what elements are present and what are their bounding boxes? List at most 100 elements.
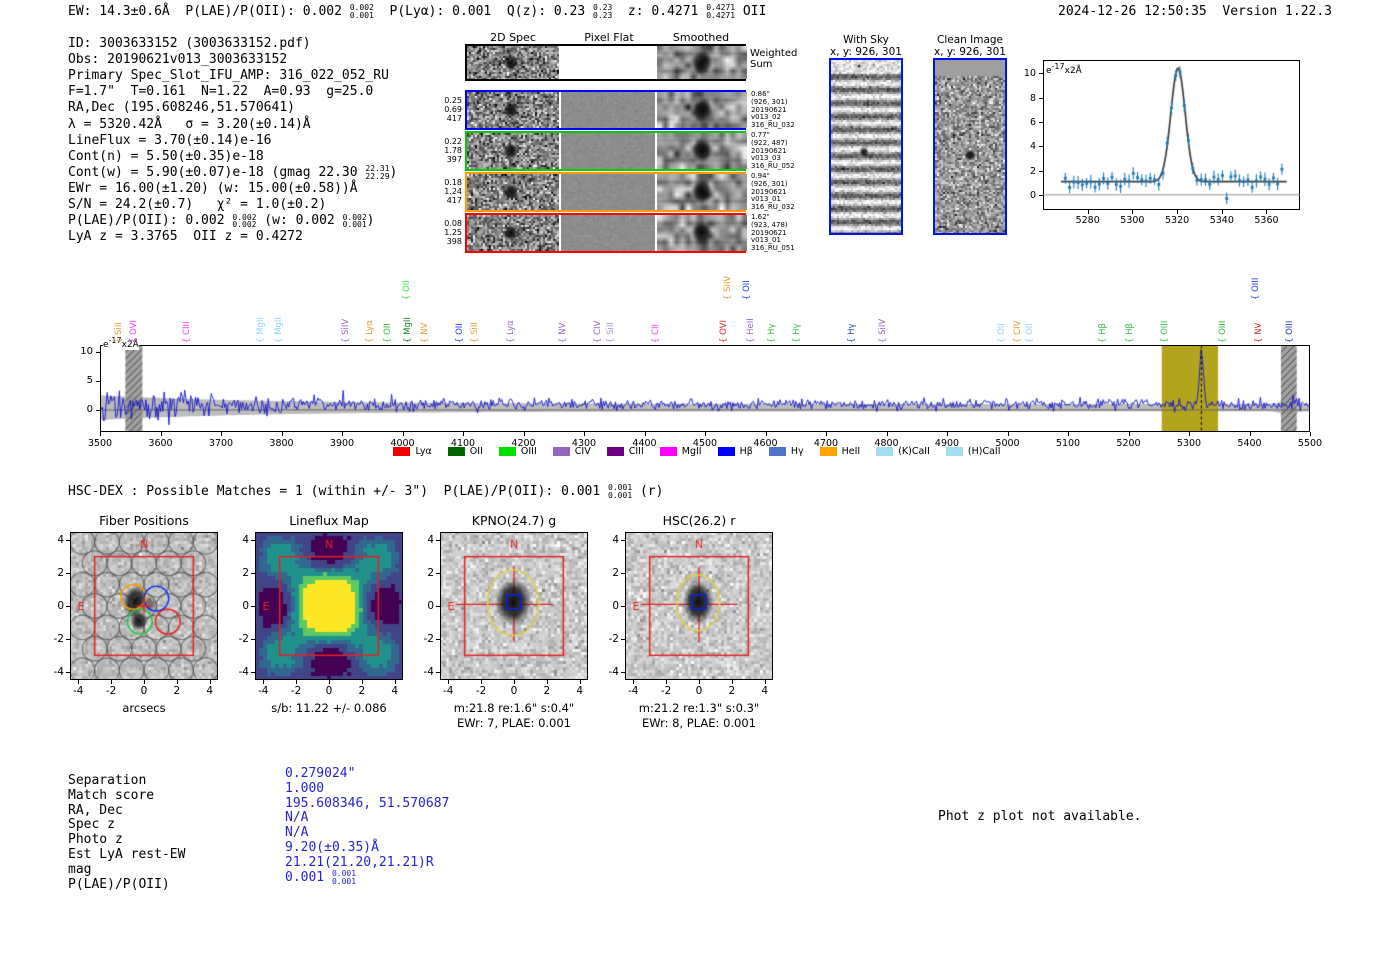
y-tick-mark [66,540,70,542]
emission-line-label: { Hγ [846,323,857,343]
panel-caption: s/b: 11.22 +/- 0.086 [271,701,387,715]
info-line: Obs: 20190621v013_3003633152 [68,52,288,68]
legend-item: (H)CaII [945,446,1001,457]
pixel-flat-cutout [561,174,655,210]
x-tick-label: -4 [257,685,269,697]
legend-label: Hγ [790,445,804,457]
spec-grid-col-header: Pixel Flat [584,31,634,44]
y-tick-mark [251,638,255,640]
emission-line-label: { Hγ [791,323,802,343]
x-tick-label: 5360 [1254,215,1279,226]
panel-frame [625,532,773,680]
y-tick-label: 0 [86,403,93,415]
y-tick-label: 6 [1029,116,1036,128]
x-tick-mark [263,680,265,684]
legend-swatch [876,446,894,456]
panel-title: HSC(26.2) r [662,513,736,528]
legend-label: CIV [574,445,591,457]
emission-line-label: { OVI [129,320,140,343]
x-tick-label: 2 [728,685,736,697]
stacked-uncertainty: 0.001 0.001 [331,869,357,886]
y-tick-mark [621,606,625,607]
y-tick-label: -4 [423,665,434,678]
y-tick-label: 10 [80,345,93,357]
y-tick-mark [251,573,255,575]
x-tick-label: 2 [173,685,181,697]
legend-swatch [606,446,624,456]
stacked-uncertainty: 0.23 0.23 [593,3,613,20]
stacked-uncertainty: 22.31 22.29 [365,164,390,181]
y-tick-mark [1039,121,1043,123]
x-tick-mark [402,432,404,436]
panel-caption: m:21.2 re:1.3" s:0.3" [638,701,760,715]
x-tick-mark [1007,432,1009,436]
x-tick-mark [1249,432,1251,436]
legend-label: Hβ [739,445,753,457]
legend-label: CIII [628,445,644,457]
timestamp-version: 2024-12-26 12:50:35 Version 1.22.3 [1058,4,1332,19]
legend-swatch [945,446,963,456]
x-tick-mark [764,680,766,684]
legend-item: Lyα [393,446,432,457]
legend-label: OIII [520,445,537,457]
x-tick-mark [209,680,211,684]
legend-swatch [498,446,516,456]
y-tick-mark [1039,194,1043,196]
x-tick-label: 5340 [1209,215,1234,226]
report-timestamp: 2024-12-26 12:50:35 [1058,4,1207,19]
spec-row-right-labels: 0.86" (926, 301) 20190621 v013_02 316_RU_032 [751,90,795,130]
y-tick-mark [436,638,440,640]
y-tick-mark [436,671,440,673]
emission-line-label: { CIV [1012,320,1023,343]
x-tick-label: -2 [290,685,302,697]
spec-row-left-labels: 0.25 0.69 417 [444,96,462,123]
x-tick-mark [1221,210,1223,214]
summary-header: EW: 14.3±0.6Å P(LAE)/P(OII): 0.002 0.002… [68,3,767,20]
with-sky-cutout [831,60,901,233]
panel-title: KPNO(24.7) g [471,513,557,528]
y-tick-label: 4 [1029,141,1036,153]
y-tick-label: -2 [423,632,434,645]
match-table-value: N/A [285,810,309,826]
x-tick-mark [826,432,827,436]
legend-item: MgII [659,446,702,457]
2d-spec-cutout [467,174,559,210]
x-tick-label: 4 [761,685,769,697]
y-tick-label: 2 [612,567,619,580]
legend-label: (K)CaII [898,445,930,457]
x-tick-mark [100,432,101,436]
x-tick-label: -2 [105,685,117,697]
y-tick-label: 0 [1029,189,1036,201]
spec-row-right-labels: 0.77" (922, 487) 20190621 v013_03 316_RU_052 [751,131,795,171]
info-line: P(LAE)/P(OII): 0.002 0.002 0.002 (w: 0.00… [68,212,375,230]
inset-unit-label: e-17x2Å [1046,62,1082,76]
panel-title: Fiber Positions [99,513,189,528]
2d-spec-cutout [467,215,559,251]
x-tick-mark [1128,432,1130,436]
x-tick-label: -4 [442,685,454,697]
emission-line-label: { NV [557,322,568,343]
y-tick-mark [66,671,70,673]
sky-panel-title: Clean Image x, y: 926, 301 [934,34,1006,58]
x-tick-mark [699,680,700,684]
info-line: EWr = 16.00(±1.20) (w: 15.00(±0.58))Å [68,180,358,196]
y-tick-mark [436,540,440,542]
emission-line-label: { OII [401,280,412,300]
emission-line-label: { NV [1253,322,1264,343]
x-tick-mark [523,432,525,436]
y-tick-label: 0 [427,600,434,612]
smoothed-cutout [657,215,747,251]
x-tick-mark [342,432,343,436]
info-line: λ = 5320.42Å σ = 3.20(±0.14)Å [68,116,311,132]
legend-item: CIV [552,445,591,457]
x-tick-mark [160,432,162,436]
emission-line-label: { SiIV [341,318,351,343]
emission-line-label: { OIII [1217,320,1228,343]
x-tick-mark [111,680,113,684]
y-tick-mark [66,573,70,575]
smoothed-cutout [657,46,747,79]
x-tick-label: 4 [576,685,584,697]
x-tick-label: 4 [391,685,399,697]
spec-row-left-labels: 0.18 1.24 417 [444,178,462,205]
y-tick-label: 0 [612,600,619,612]
